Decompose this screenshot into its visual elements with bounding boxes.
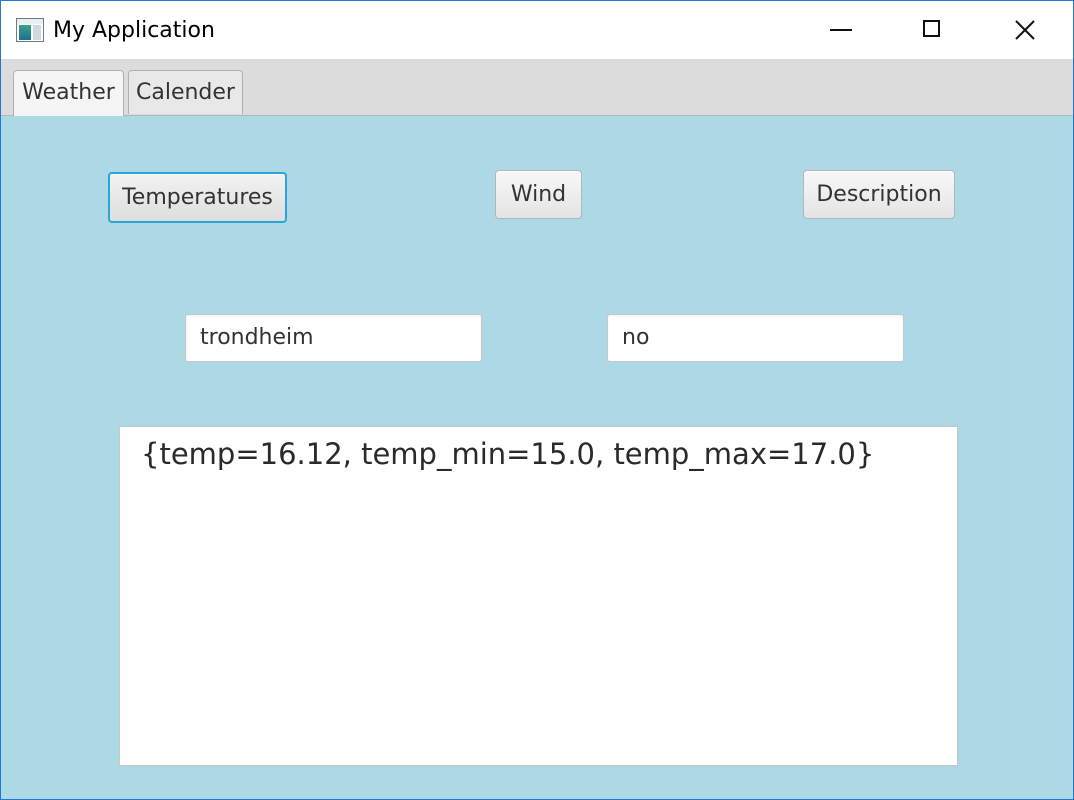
app-window-icon [16,18,44,42]
temperatures-button[interactable]: Temperatures [108,172,287,223]
close-icon [1015,20,1035,40]
title-bar[interactable]: My Application [1,1,1073,59]
window-title: My Application [53,18,215,43]
minimize-icon [830,29,852,31]
country-code-input[interactable]: no [607,314,904,362]
maximize-icon [923,20,940,37]
close-button[interactable] [979,1,1071,59]
weather-panel: Temperatures Wind Description trondheim … [1,116,1073,799]
tab-weather[interactable]: Weather [13,70,124,116]
minimize-button[interactable] [797,1,889,59]
description-button[interactable]: Description [803,170,955,219]
city-input[interactable]: trondheim [185,314,482,362]
wind-button[interactable]: Wind [495,170,582,219]
result-text: {temp=16.12, temp_min=15.0, temp_max=17.… [141,437,875,471]
application-window: My Application Weather Calender Temperat… [0,0,1074,800]
result-text-area[interactable]: {temp=16.12, temp_min=15.0, temp_max=17.… [119,426,958,766]
maximize-button[interactable] [887,1,979,59]
tab-calender[interactable]: Calender [128,70,243,114]
tab-bar: Weather Calender [1,59,1073,116]
